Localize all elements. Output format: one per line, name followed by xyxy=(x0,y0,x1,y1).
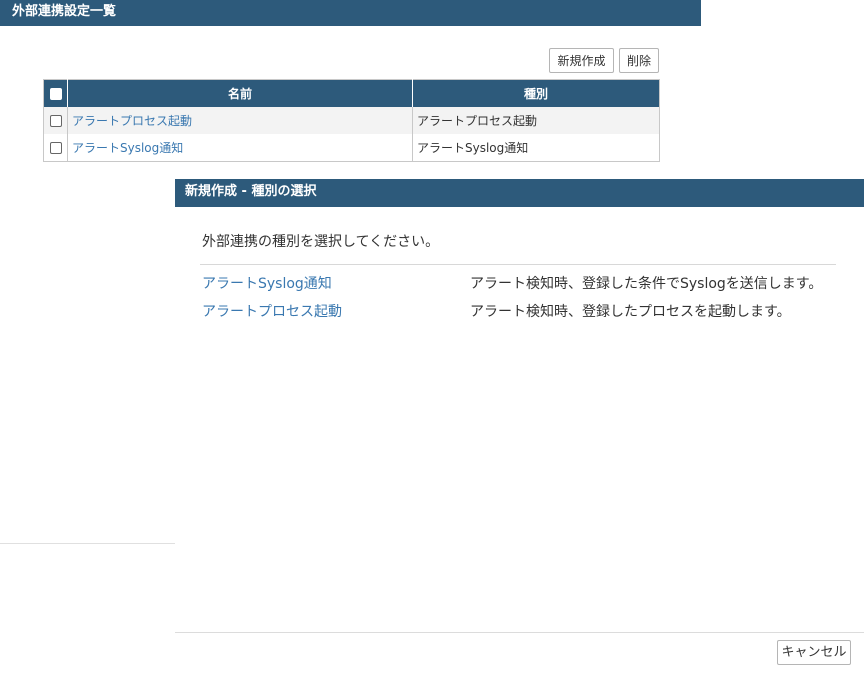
dialog-title: 新規作成 - 種別の選択 xyxy=(175,179,864,207)
name-cell: アラートプロセス起動 xyxy=(67,107,413,134)
integration-table: 名前 種別 アラートプロセス起動 アラートプロセス起動 アラートSyslog通知… xyxy=(43,79,660,162)
option-syslog-description: アラート検知時、登録した条件でSyslogを送信します。 xyxy=(470,276,823,292)
row-checkbox[interactable] xyxy=(49,115,62,127)
delete-button[interactable]: 削除 xyxy=(619,48,659,73)
table-row: アラートSyslog通知 アラートSyslog通知 xyxy=(43,134,660,162)
option-syslog-link[interactable]: アラートSyslog通知 xyxy=(202,273,332,293)
row-checkbox-cell xyxy=(43,134,68,162)
option-process-description: アラート検知時、登録したプロセスを起動します。 xyxy=(470,304,791,320)
dialog-divider xyxy=(200,264,836,265)
new-button[interactable]: 新規作成 xyxy=(549,48,614,73)
page-title: 外部連携設定一覧 xyxy=(0,0,701,26)
option-process-link[interactable]: アラートプロセス起動 xyxy=(202,301,342,321)
select-all-cell xyxy=(43,79,68,107)
table-row: アラートプロセス起動 アラートプロセス起動 xyxy=(43,107,660,134)
divider xyxy=(0,543,175,544)
select-all-checkbox[interactable] xyxy=(49,88,62,100)
column-header-type[interactable]: 種別 xyxy=(412,79,660,107)
cancel-button[interactable]: キャンセル xyxy=(777,640,851,665)
name-cell: アラートSyslog通知 xyxy=(67,134,413,162)
type-cell: アラートSyslog通知 xyxy=(412,134,660,162)
row-checkbox-cell xyxy=(43,107,68,134)
type-cell: アラートプロセス起動 xyxy=(412,107,660,134)
dialog-footer-divider xyxy=(175,632,864,633)
dialog-intro: 外部連携の種別を選択してください。 xyxy=(202,234,440,250)
table-header-row: 名前 種別 xyxy=(43,79,660,107)
row-name-link[interactable]: アラートプロセス起動 xyxy=(72,114,192,128)
row-name-link[interactable]: アラートSyslog通知 xyxy=(72,141,183,155)
dialog-body: 外部連携の種別を選択してください。 アラートSyslog通知 アラート検知時、登… xyxy=(175,207,864,632)
column-header-name[interactable]: 名前 xyxy=(67,79,413,107)
row-checkbox[interactable] xyxy=(49,142,62,154)
